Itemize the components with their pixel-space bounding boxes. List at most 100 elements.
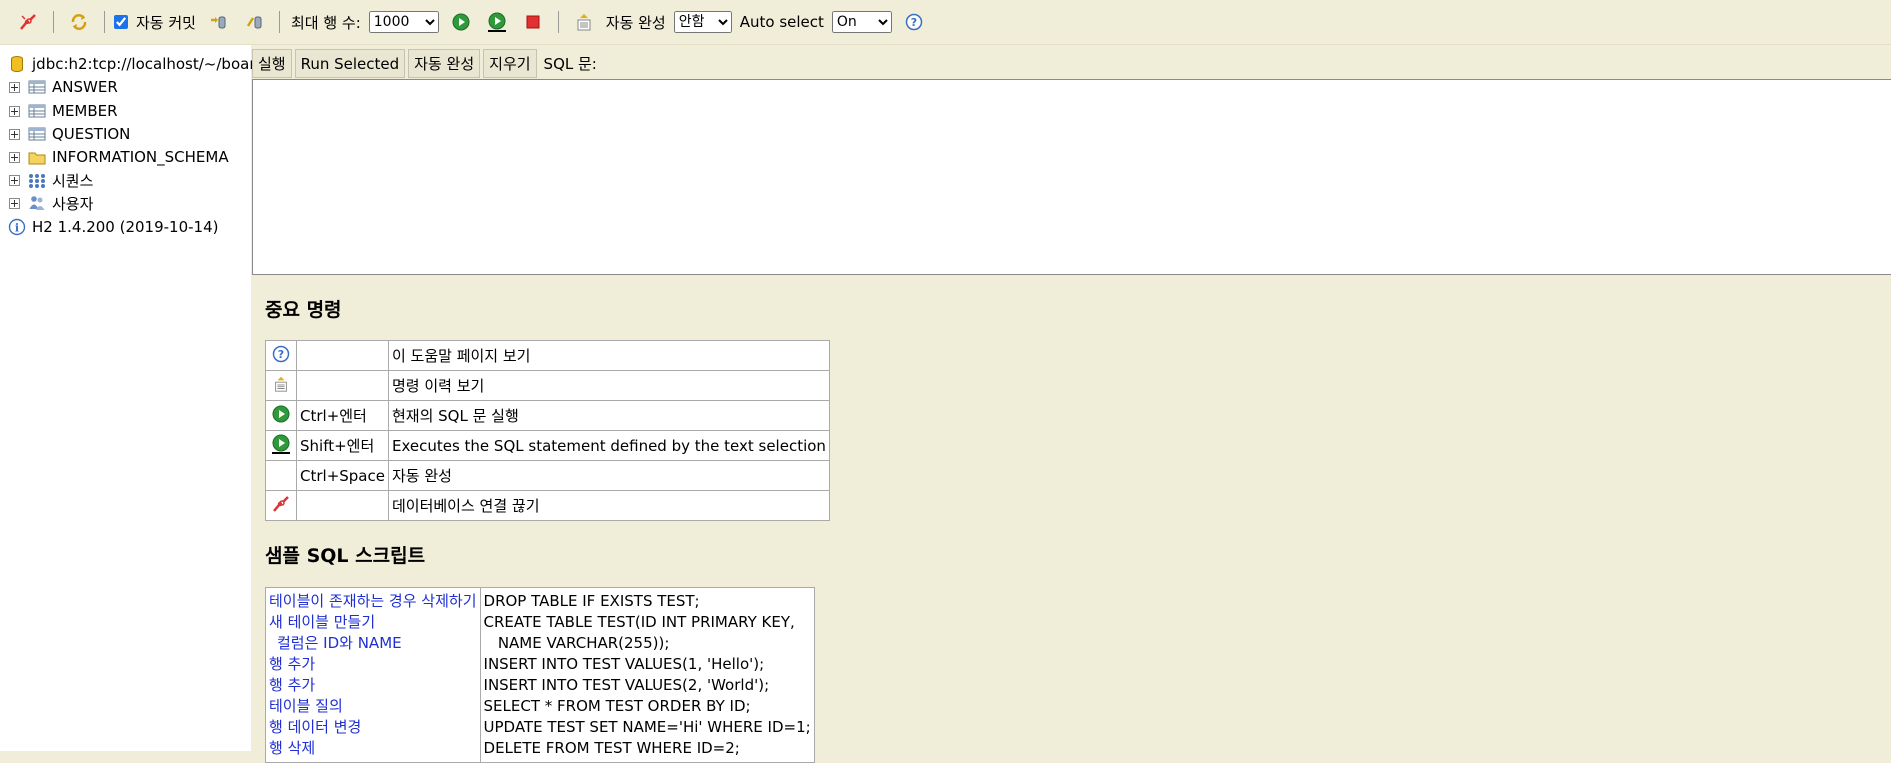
connection-label: jdbc:h2:tcp://localhost/~/board [32,55,265,73]
run-selected-icon[interactable] [485,10,509,34]
sql-line: CREATE TABLE TEST(ID INT PRIMARY KEY, [483,613,795,631]
sample-sql-cell: DROP TABLE IF EXISTS TEST; CREATE TABLE … [479,587,815,763]
command-icon-cell [265,490,297,521]
sample-link-query-table[interactable]: 테이블 질의 [269,696,477,717]
command-icon-cell: ? [265,340,297,371]
description-cell: 이 도움말 페이지 보기 [387,340,830,371]
commit-icon[interactable] [206,10,230,34]
sample-sql-table: 테이블이 존재하는 경우 삭제하기 새 테이블 만들기 컬럼은 ID와 NAME… [265,587,815,763]
help-icon: ? [272,345,290,362]
shortcut-cell: Ctrl+Space [296,460,389,491]
autocommit-checkbox[interactable] [114,15,128,29]
table-row: ? 이 도움말 페이지 보기 [265,340,830,371]
expand-icon[interactable] [9,174,20,186]
tree-item-label: 사용자 [52,194,94,213]
sql-statement-label: SQL 문: [543,55,597,73]
shortcut-cell [296,340,389,371]
tree-connection[interactable]: jdbc:h2:tcp://localhost/~/board [8,53,265,75]
history-icon [275,376,287,392]
users-icon [28,195,46,211]
sql-line: DELETE FROM TEST WHERE ID=2; [483,739,740,757]
sql-line: SELECT * FROM TEST ORDER BY ID; [483,697,751,715]
object-tree: jdbc:h2:tcp://localhost/~/board ANSWER M… [0,45,265,751]
shortcut-cell: Ctrl+엔터 [296,400,389,431]
command-icon-cell [265,430,297,461]
tree-item-users[interactable]: 사용자 [0,192,93,214]
toolbar-separator [104,11,105,33]
toolbar-separator [557,11,559,33]
expand-icon[interactable] [9,81,20,93]
tree-item-label: 시퀀스 [52,171,94,190]
help-icon[interactable]: ? [902,10,926,34]
commands-table: ? 이 도움말 페이지 보기 명령 이력 보기 Ctrl+엔터 현재의 SQL … [265,340,830,521]
disconnect-icon[interactable] [16,10,40,34]
run-button[interactable]: 실행 [252,49,292,78]
tree-item-question[interactable]: QUESTION [0,123,130,145]
sql-line: DROP TABLE IF EXISTS TEST; [483,592,700,610]
version-label: H2 1.4.200 (2019-10-14) [32,218,219,236]
svg-text:?: ? [911,16,917,29]
maxrows-label: 최대 행 수: [290,13,361,32]
folder-icon [28,149,46,165]
important-commands-heading: 중요 명령 [265,299,342,321]
table-row: Shift+엔터 Executes the SQL statement defi… [265,430,830,461]
table-row: 명령 이력 보기 [265,370,830,401]
disconnect-icon [273,495,289,512]
description-cell: Executes the SQL statement defined by th… [387,430,830,461]
tree-item-information-schema[interactable]: INFORMATION_SCHEMA [0,146,229,168]
tree-item-answer[interactable]: ANSWER [0,76,118,98]
expand-icon[interactable] [9,128,20,140]
sample-sql-heading: 샘플 SQL 스크립트 [265,545,426,567]
shortcut-cell [296,490,389,521]
clear-button[interactable]: 지우기 [483,49,537,78]
run-selected-icon [272,434,290,454]
history-icon[interactable] [572,10,596,34]
description-cell: 현재의 SQL 문 실행 [387,400,830,431]
sample-link-create-table[interactable]: 새 테이블 만들기 [269,612,477,633]
sample-link-drop-table[interactable]: 테이블이 존재하는 경우 삭제하기 [269,591,477,612]
sample-link-insert-row[interactable]: 행 추가 [269,675,477,696]
command-icon-cell [265,370,297,401]
run-icon[interactable] [449,10,473,34]
expand-icon[interactable] [9,151,20,163]
description-cell: 데이터베이스 연결 끊기 [387,490,830,521]
autocommit-label: 자동 커밋 [136,13,196,32]
svg-text:i: i [15,222,19,235]
shortcut-cell [296,370,389,401]
sample-link-insert-row[interactable]: 행 추가 [269,654,477,675]
sql-line: INSERT INTO TEST VALUES(1, 'Hello'); [483,655,765,673]
autocomplete-button[interactable]: 자동 완성 [408,49,481,78]
tree-item-sequences[interactable]: 시퀀스 [0,169,93,191]
table-icon [28,126,46,142]
run-selected-button[interactable]: Run Selected [294,49,406,78]
sample-link-update-row[interactable]: 행 데이터 변경 [269,717,477,738]
query-toolbar: 실행 Run Selected 자동 완성 지우기 SQL 문: [252,47,601,80]
refresh-icon[interactable] [67,10,91,34]
command-icon-cell [265,460,297,491]
expand-icon[interactable] [9,105,20,117]
autocomplete-select[interactable]: 안함 [673,11,732,33]
command-icon-cell [265,400,297,431]
tree-version: i H2 1.4.200 (2019-10-14) [8,216,219,238]
toolbar: 자동 커밋 최대 행 수: 1000 자동 완성 안함 Auto select … [0,0,1891,45]
rollback-icon[interactable] [242,10,266,34]
database-icon [8,56,26,72]
autoselect-label: Auto select [739,13,824,31]
tree-item-label: QUESTION [52,125,131,143]
tree-item-member[interactable]: MEMBER [0,100,118,122]
sql-line: UPDATE TEST SET NAME='Hi' WHERE ID=1; [483,718,811,736]
sample-link-columns[interactable]: 컬럼은 ID와 NAME [269,633,477,654]
sample-link-delete-row[interactable]: 행 삭제 [269,738,477,759]
toolbar-separator [278,11,280,33]
expand-icon[interactable] [9,197,20,209]
run-icon [272,405,290,422]
stop-icon[interactable] [521,10,545,34]
maxrows-select[interactable]: 1000 [368,11,439,33]
info-icon: i [8,218,26,236]
tree-item-label: MEMBER [52,102,118,120]
sql-editor[interactable] [252,79,1891,275]
help-panel: 중요 명령 ? 이 도움말 페이지 보기 명령 이력 보기 Ctrl+엔터 현재… [265,285,830,763]
autoselect-select[interactable]: On [831,11,892,33]
description-cell: 명령 이력 보기 [387,370,830,401]
sequence-icon [28,172,46,188]
